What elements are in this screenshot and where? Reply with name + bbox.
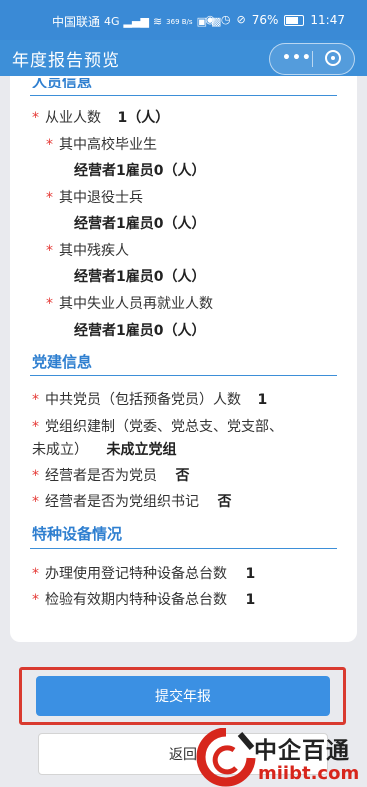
reemployed-label: 其中失业人员再就业人数: [59, 296, 213, 312]
page-title: 年度报告预览: [12, 51, 120, 71]
veterans-label: 其中退役士兵: [59, 190, 143, 206]
clock: 11:47: [310, 13, 345, 27]
network-type: 4G: [104, 14, 120, 28]
wifi-icon: ≋: [152, 14, 163, 28]
veterans-row: * 其中退役士兵: [46, 187, 143, 207]
carrier-text: 中国联通: [52, 15, 101, 29]
required-marker: *: [46, 243, 53, 259]
required-marker: *: [46, 296, 53, 312]
operator-member-row: * 经营者是否为党员 否: [32, 465, 189, 485]
screen: 中国联通 4G ▂▄▆ ≋ 369 B/s ▣ ▩ ◉ ◷ ⊘ 76% 11:4…: [0, 0, 367, 787]
party-org-label-line1: 党组织建制（党委、党总支、党支部、: [45, 419, 283, 435]
close-circle-icon[interactable]: [325, 50, 341, 66]
section-divider-party: [30, 375, 337, 376]
status-right: ◉ ◷ ⊘ 76% 11:47: [205, 13, 345, 27]
required-marker: *: [32, 392, 39, 408]
reemployed-row: * 其中失业人员再就业人数: [46, 293, 213, 313]
party-org-value: 未成立党组: [106, 442, 177, 458]
operator-secretary-label: 经营者是否为党组织书记: [45, 494, 199, 510]
required-marker: *: [32, 468, 39, 484]
section-title-equipment: 特种设备情况: [32, 525, 123, 543]
required-marker: *: [46, 137, 53, 153]
eye-icon: ◉: [205, 13, 215, 26]
graduates-value: 经营者1雇员0（人）: [74, 163, 206, 179]
required-marker: *: [32, 592, 39, 608]
watermark-title: 中企百通: [254, 738, 350, 764]
party-members-row: * 中共党员（包括预备党员）人数 1: [32, 389, 267, 409]
section-title-personnel: 人员信息: [32, 78, 93, 88]
party-members-label: 中共党员（包括预备党员）人数: [45, 392, 241, 408]
employee-count-row: * 从业人数 1（人）: [32, 107, 169, 127]
required-marker: *: [32, 110, 39, 126]
mini-program-capsule: •••: [269, 43, 355, 75]
operator-secretary-row: * 经营者是否为党组织书记 否: [32, 491, 231, 511]
required-marker: *: [46, 190, 53, 206]
inspected-equipment-row: * 检验有效期内特种设备总台数 1: [32, 589, 255, 609]
operator-member-label: 经营者是否为党员: [45, 468, 157, 484]
disabled-row: * 其中残疾人: [46, 240, 129, 260]
watermark-logo: 中企百通 miibt.com: [196, 728, 367, 787]
status-bar: 中国联通 4G ▂▄▆ ≋ 369 B/s ▣ ▩ ◉ ◷ ⊘ 76% 11:4…: [0, 0, 367, 40]
status-left: 中国联通 4G ▂▄▆ ≋ 369 B/s ▣ ▩: [52, 13, 221, 30]
watermark-domain: miibt.com: [258, 763, 360, 784]
network-speed: 369 B/s: [166, 17, 193, 26]
registered-equipment-label: 办理使用登记特种设备总台数: [45, 566, 227, 582]
capsule-divider: [312, 51, 313, 67]
watermark-emblem-icon: [196, 728, 256, 787]
section-title-party: 党建信息: [32, 353, 93, 371]
submit-report-button[interactable]: 提交年报: [36, 676, 330, 716]
party-org-row-line2: 未成立） 未成立党组: [32, 439, 176, 459]
battery-icon: [284, 14, 305, 26]
required-marker: *: [32, 419, 39, 435]
party-members-value: 1: [257, 392, 268, 408]
required-marker: *: [32, 494, 39, 510]
registered-equipment-value: 1: [245, 566, 256, 582]
disabled-value: 经营者1雇员0（人）: [74, 269, 206, 285]
employee-count-label: 从业人数: [45, 110, 101, 126]
inspected-equipment-label: 检验有效期内特种设备总台数: [45, 592, 227, 608]
disabled-label: 其中残疾人: [59, 243, 129, 259]
required-marker: *: [32, 566, 39, 582]
more-menu-icon[interactable]: •••: [282, 50, 312, 66]
reemployed-value: 经营者1雇员0（人）: [74, 323, 206, 339]
mute-icon: ⊘: [236, 13, 246, 26]
graduates-row: * 其中高校毕业生: [46, 134, 157, 154]
party-org-label-line2: 未成立）: [32, 442, 88, 458]
nav-bar: 年度报告预览 •••: [0, 40, 367, 76]
operator-member-value: 否: [175, 468, 190, 484]
section-divider-equipment: [30, 548, 337, 549]
registered-equipment-row: * 办理使用登记特种设备总台数 1: [32, 563, 255, 583]
section-divider-personnel: [30, 95, 337, 96]
graduates-label: 其中高校毕业生: [59, 137, 157, 153]
employee-count-value: 1（人）: [117, 110, 170, 126]
operator-secretary-value: 否: [217, 494, 232, 510]
inspected-equipment-value: 1: [245, 592, 256, 608]
signal-icon: ▂▄▆: [123, 14, 149, 28]
battery-percent: 76%: [251, 13, 279, 27]
veterans-value: 经营者1雇员0（人）: [74, 216, 206, 232]
party-org-row: * 党组织建制（党委、党总支、党支部、: [32, 416, 283, 436]
alarm-icon: ◷: [220, 13, 231, 26]
